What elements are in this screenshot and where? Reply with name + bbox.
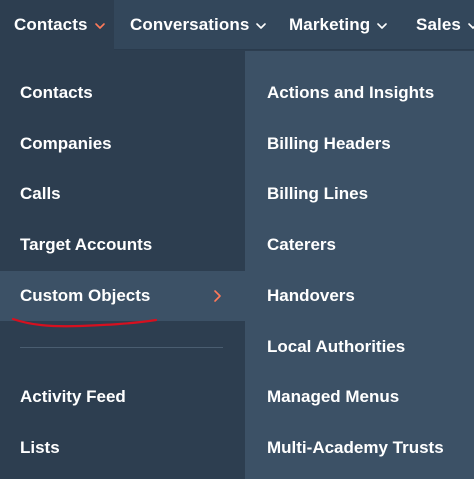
red-underline-annotation: [11, 317, 158, 328]
submenu-item-managed-menus[interactable]: Managed Menus: [245, 372, 474, 422]
submenu-item-label: Local Authorities: [267, 337, 406, 356]
menu-item-label: Calls: [20, 184, 61, 203]
contacts-dropdown-menu: Contacts Companies Calls Target Accounts…: [0, 51, 245, 479]
menu-item-companies[interactable]: Companies: [0, 119, 245, 169]
submenu-item-billing-headers[interactable]: Billing Headers: [245, 119, 474, 169]
nav-contacts-label: Contacts: [14, 15, 88, 34]
submenu-item-actions-and-insights[interactable]: Actions and Insights: [245, 68, 474, 118]
submenu-item-handovers[interactable]: Handovers: [245, 271, 474, 321]
nav-sales-label: Sales: [416, 15, 461, 34]
nav-conversations[interactable]: Conversations: [130, 0, 267, 50]
menu-item-activity-feed[interactable]: Activity Feed: [0, 372, 245, 422]
menu-item-label: Custom Objects: [20, 286, 151, 305]
chevron-down-icon: [256, 23, 267, 29]
nav-marketing[interactable]: Marketing: [289, 0, 388, 50]
nav-conversations-label: Conversations: [130, 15, 250, 34]
submenu-item-label: Multi-Academy Trusts: [267, 438, 444, 457]
nav-marketing-label: Marketing: [289, 15, 371, 34]
chevron-right-icon: [214, 290, 221, 302]
menu-item-label: Contacts: [20, 83, 93, 102]
top-navigation-bar: Contacts Conversations Marketing Sales: [0, 0, 474, 50]
menu-item-label: Companies: [20, 134, 112, 153]
submenu-item-multi-academy-trusts[interactable]: Multi-Academy Trusts: [245, 423, 474, 473]
menu-item-target-accounts[interactable]: Target Accounts: [0, 220, 245, 270]
nav-contacts[interactable]: Contacts: [0, 0, 114, 50]
menu-divider: [20, 347, 223, 348]
submenu-item-billing-lines[interactable]: Billing Lines: [245, 169, 474, 219]
submenu-item-label: Actions and Insights: [267, 83, 435, 102]
menu-item-label: Target Accounts: [20, 235, 153, 254]
chevron-down-icon: [468, 23, 474, 29]
chevron-down-icon: [94, 23, 105, 29]
custom-objects-submenu: Actions and Insights Billing Headers Bil…: [245, 51, 474, 479]
submenu-item-label: Managed Menus: [267, 387, 400, 406]
menu-item-calls[interactable]: Calls: [0, 169, 245, 219]
menu-item-lists[interactable]: Lists: [0, 423, 245, 473]
submenu-item-label: Billing Lines: [267, 184, 369, 203]
menu-item-label: Activity Feed: [20, 387, 126, 406]
submenu-item-local-authorities[interactable]: Local Authorities: [245, 322, 474, 372]
menu-item-contacts[interactable]: Contacts: [0, 68, 245, 118]
menu-item-label: Lists: [20, 438, 60, 457]
submenu-item-label: Caterers: [267, 235, 336, 254]
submenu-item-label: Handovers: [267, 286, 355, 305]
submenu-item-label: Billing Headers: [267, 134, 391, 153]
chevron-down-icon: [377, 23, 388, 29]
nav-sales[interactable]: Sales: [416, 0, 474, 50]
submenu-item-caterers[interactable]: Caterers: [245, 220, 474, 270]
